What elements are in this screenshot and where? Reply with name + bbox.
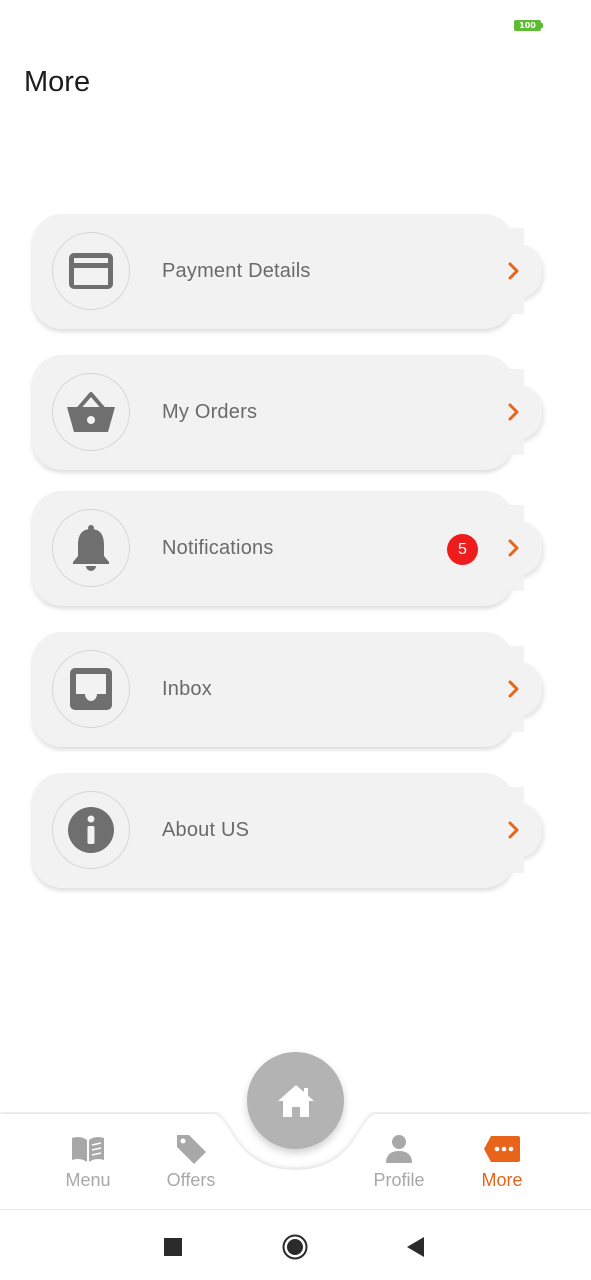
info-icon: [52, 791, 130, 869]
chevron-right-icon: [504, 675, 524, 703]
nav-item-more[interactable]: More: [462, 1132, 542, 1191]
menu-item-my-orders[interactable]: My Orders: [32, 355, 543, 470]
home-button[interactable]: [247, 1052, 344, 1149]
back-triangle-icon[interactable]: [401, 1232, 431, 1262]
inbox-icon: [52, 650, 130, 728]
menu-book-icon: [48, 1132, 128, 1166]
menu-item-about-us[interactable]: About US: [32, 773, 543, 888]
menu-item-inbox[interactable]: Inbox: [32, 632, 543, 747]
menu-item-label: Payment Details: [162, 260, 311, 282]
person-icon: [359, 1132, 439, 1166]
battery-indicator: 100: [514, 20, 543, 31]
system-navigation-bar: [0, 1209, 591, 1280]
chevron-right-icon: [504, 534, 524, 562]
credit-card-icon: [52, 232, 130, 310]
menu-item-label: My Orders: [162, 401, 258, 423]
menu-item-label: About US: [162, 819, 250, 841]
chevron-right-icon: [504, 816, 524, 844]
menu-item-payment-details[interactable]: Payment Details: [32, 214, 543, 329]
chevron-right-icon: [504, 398, 524, 426]
nav-item-menu[interactable]: Menu: [48, 1132, 128, 1191]
menu-item-label: Notifications: [162, 537, 274, 559]
menu-item-label: Inbox: [162, 678, 212, 700]
more-screen: 100 More Payment Details My Orders Notif…: [0, 0, 591, 1280]
menu-item-notifications[interactable]: Notifications 5: [32, 491, 543, 606]
nav-label: Offers: [166, 1170, 216, 1190]
basket-icon: [52, 373, 130, 451]
chevron-right-icon: [504, 257, 524, 285]
home-circle-icon[interactable]: [280, 1232, 310, 1262]
nav-label: Profile: [373, 1170, 425, 1190]
nav-item-profile[interactable]: Profile: [359, 1132, 439, 1191]
recents-square-icon[interactable]: [158, 1232, 188, 1262]
bell-icon: [52, 509, 130, 587]
home-icon: [277, 1084, 314, 1117]
notification-count-badge: 5: [447, 534, 478, 565]
nav-label: More: [481, 1170, 523, 1190]
more-dots-icon: [462, 1132, 542, 1166]
tag-icon: [151, 1132, 231, 1166]
page-title: More: [24, 66, 91, 98]
nav-label: Menu: [65, 1170, 111, 1190]
nav-item-offers[interactable]: Offers: [151, 1132, 231, 1191]
